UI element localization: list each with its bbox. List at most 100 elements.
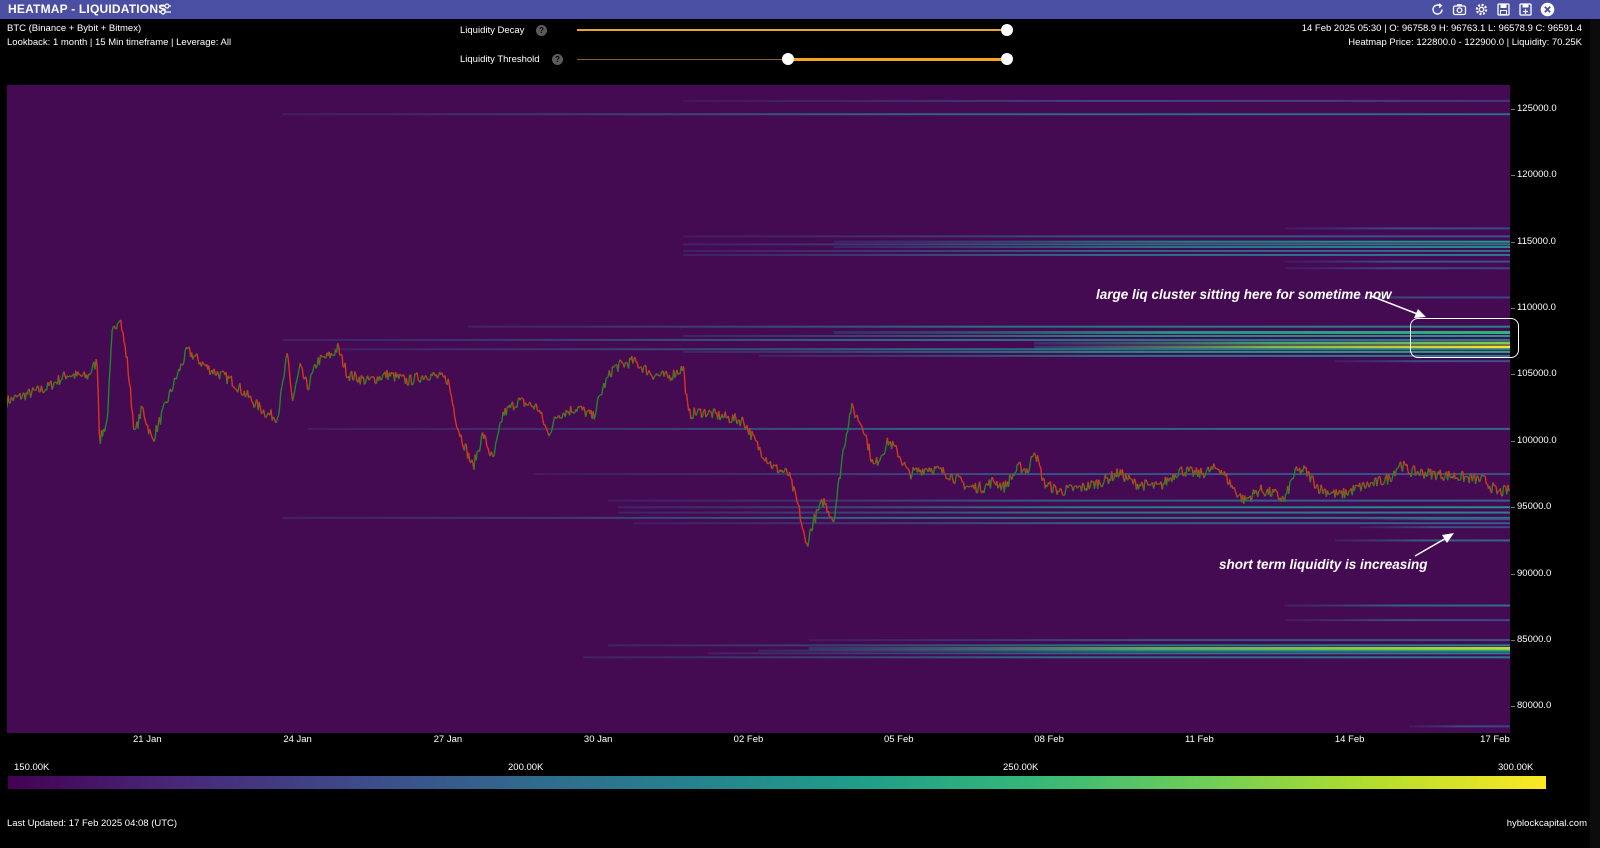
price-segment [419,376,423,383]
price-segment [1111,471,1114,482]
price-segment [1188,466,1191,472]
price-segment [841,448,844,458]
price-segment [608,370,611,376]
y-tick-mark [1511,440,1515,442]
price-segment [1205,468,1208,473]
close-icon[interactable] [1540,2,1555,17]
price-segment [1317,485,1320,494]
side-scrollbar[interactable] [1590,19,1600,848]
y-tick-mark [1511,640,1515,642]
camera-icon[interactable] [1452,2,1467,17]
price-segment [1488,485,1492,492]
liquidity-band [467,325,1510,328]
price-segment [948,474,952,481]
sliders-icon[interactable] [158,2,172,16]
x-tick-label: 17 Feb [1480,734,1510,745]
price-segment [1216,467,1219,471]
save-as-icon[interactable] [1518,2,1533,17]
price-segment [868,443,871,459]
decay-slider-track[interactable] [577,29,1007,31]
price-segment [1411,465,1415,470]
price-segment [777,471,780,474]
price-segment [1376,478,1379,487]
refresh-icon[interactable] [1430,2,1445,17]
brand-link[interactable]: hyblockcapital.com [1507,818,1587,829]
price-segment [801,528,805,531]
price-segment [1353,485,1357,491]
y-tick-label: 90000.0 [1517,567,1552,579]
help-icon[interactable]: ? [552,54,563,65]
liquidity-band [307,427,1510,430]
liquidity-band [683,249,1510,252]
price-segment [621,362,624,365]
price-segment [127,374,131,384]
heatmap-plot[interactable] [7,85,1510,733]
price-segment [250,395,253,402]
price-segment [865,434,868,439]
price-segment [724,411,727,419]
price-segment [448,384,452,393]
price-segment [180,363,183,366]
save-icon[interactable] [1496,2,1511,17]
y-tick-label: 85000.0 [1517,634,1552,646]
price-segment [1033,452,1037,457]
price-segment [81,374,84,377]
price-segment [402,374,405,377]
price-segment [120,319,123,332]
price-segment [153,437,156,442]
price-segment [490,451,493,455]
price-segment [471,459,474,465]
price-segment [852,405,855,412]
price-segment [1394,469,1397,477]
price-segment [573,411,576,415]
threshold-low-thumb[interactable] [781,53,794,65]
price-segment [551,421,555,428]
decay-slider-thumb[interactable] [1001,24,1013,36]
x-tick-label: 24 Jan [283,734,312,745]
price-segment [829,516,833,519]
price-segment [1161,483,1164,490]
price-segment [606,376,609,379]
price-segment [984,483,987,488]
price-segment [817,509,819,512]
price-segment [906,467,909,469]
price-segment [836,485,839,499]
price-segment [1116,468,1119,478]
price-segment [959,476,963,480]
liquidity-band [683,235,1510,238]
price-segment [642,365,646,368]
threshold-high-thumb[interactable] [1001,53,1013,65]
price-segment [753,435,756,440]
price-segment [296,375,299,381]
price-segment [1395,467,1398,471]
price-segment [782,471,785,474]
y-tick-mark [1511,241,1515,243]
price-segment [1420,468,1423,471]
price-segment [1051,491,1054,494]
x-tick-label: 21 Jan [133,734,162,745]
price-segment [86,373,90,380]
price-segment [288,370,292,383]
price-segment [265,415,268,419]
price-segment [613,365,616,368]
price-segment [1254,489,1258,493]
price-segment [436,375,440,379]
price-segment [61,375,64,381]
heatmap-canvas [7,99,1510,728]
liquidity-band [1409,725,1510,728]
help-icon[interactable]: ? [536,25,547,36]
price-segment [301,367,304,378]
price-segment [1186,466,1189,469]
price-segment [554,416,556,419]
price-segment [695,412,698,416]
price-segment [372,376,375,379]
price-segment [1080,482,1084,492]
price-segment [619,359,622,362]
price-segment [648,370,651,374]
price-segment [639,366,642,369]
colorbar [8,776,1546,789]
price-segment [279,391,282,407]
price-segment [754,439,757,442]
price-segment [160,408,164,412]
gear-icon[interactable] [1474,2,1489,17]
